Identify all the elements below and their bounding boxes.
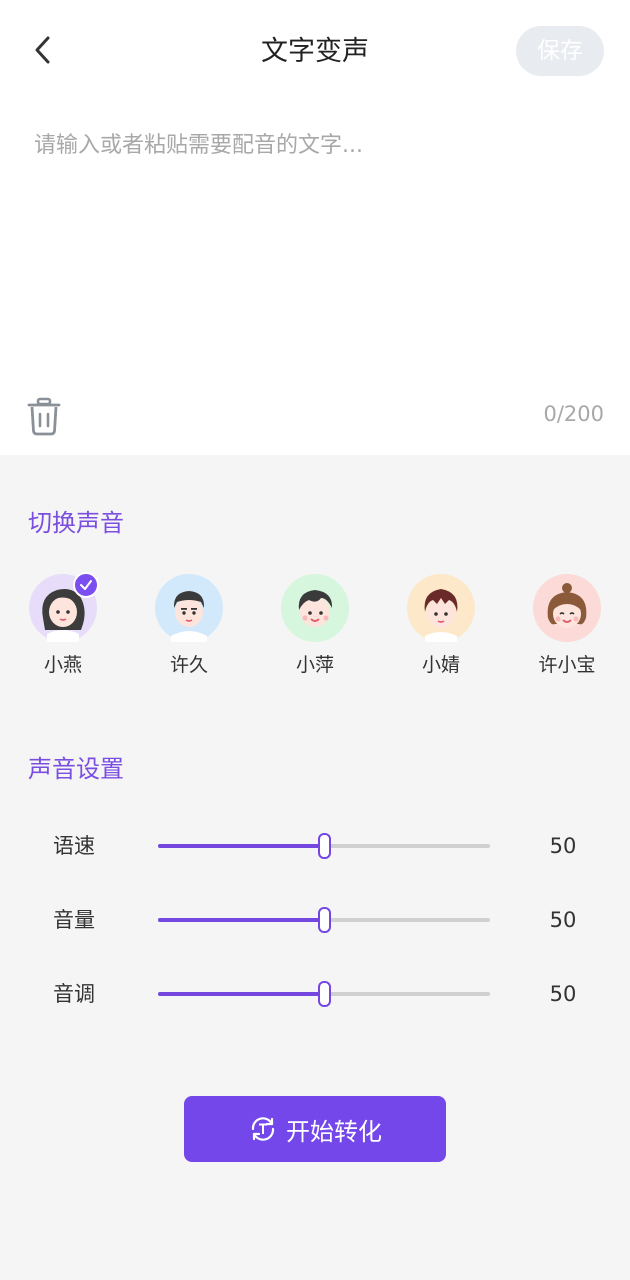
voice-option-xiaoyan[interactable]: 小燕 [28, 572, 99, 678]
slider-thumb[interactable] [318, 981, 331, 1007]
voice-name: 小燕 [43, 654, 82, 676]
slider-thumb[interactable] [318, 907, 331, 933]
boy-avatar-icon [298, 590, 333, 627]
avatar [281, 574, 349, 642]
avatar [533, 574, 601, 642]
voice-option-xuxiaobao[interactable]: 许小宝 [532, 574, 602, 678]
avatar [407, 574, 475, 642]
slider-fill [158, 992, 324, 996]
slider-value: 50 [549, 982, 577, 1006]
slider-row-volume: 音量 50 [0, 900, 630, 940]
trash-icon [27, 397, 61, 436]
slider-fill [158, 918, 324, 922]
man-avatar-icon [171, 591, 207, 642]
slider-row-pitch: 音调 50 [0, 974, 630, 1014]
voice-name: 许久 [169, 654, 208, 676]
girl-avatar-icon [547, 583, 587, 628]
start-convert-button[interactable]: 开始转化 [184, 1096, 446, 1162]
slider-label: 语速 [53, 834, 95, 858]
pitch-slider[interactable] [158, 981, 490, 1007]
voice-option-xujiu[interactable]: 许久 [154, 574, 224, 678]
editor-panel: 文字变声 保存 0/200 [0, 0, 630, 455]
save-button[interactable]: 保存 [516, 26, 604, 76]
text-input[interactable] [34, 126, 598, 366]
convert-icon [251, 1117, 275, 1141]
slider-label: 音量 [53, 908, 95, 932]
slider-thumb[interactable] [318, 833, 331, 859]
slider-label: 音调 [53, 982, 95, 1006]
voice-name: 小萍 [295, 654, 334, 676]
settings-section-title: 声音设置 [28, 755, 124, 783]
slider-fill [158, 844, 324, 848]
voice-option-xiaojing[interactable]: 小婧 [406, 574, 476, 678]
clear-text-button[interactable] [24, 394, 64, 438]
selected-check-badge [73, 572, 99, 598]
slider-value: 50 [549, 834, 577, 858]
speed-slider[interactable] [158, 833, 490, 859]
voice-name: 小婧 [421, 654, 460, 676]
slider-value: 50 [549, 908, 577, 932]
voice-option-xiaoping[interactable]: 小萍 [280, 574, 350, 678]
voice-name: 许小宝 [538, 654, 596, 676]
avatar [29, 572, 99, 642]
convert-label: 开始转化 [286, 1117, 382, 1146]
volume-slider[interactable] [158, 907, 490, 933]
char-counter: 0/200 [543, 402, 604, 426]
slider-row-speed: 语速 50 [0, 826, 630, 866]
voice-section-title: 切换声音 [28, 509, 124, 537]
check-icon [80, 580, 92, 590]
avatar [155, 574, 223, 642]
child-avatar-icon [424, 589, 458, 642]
